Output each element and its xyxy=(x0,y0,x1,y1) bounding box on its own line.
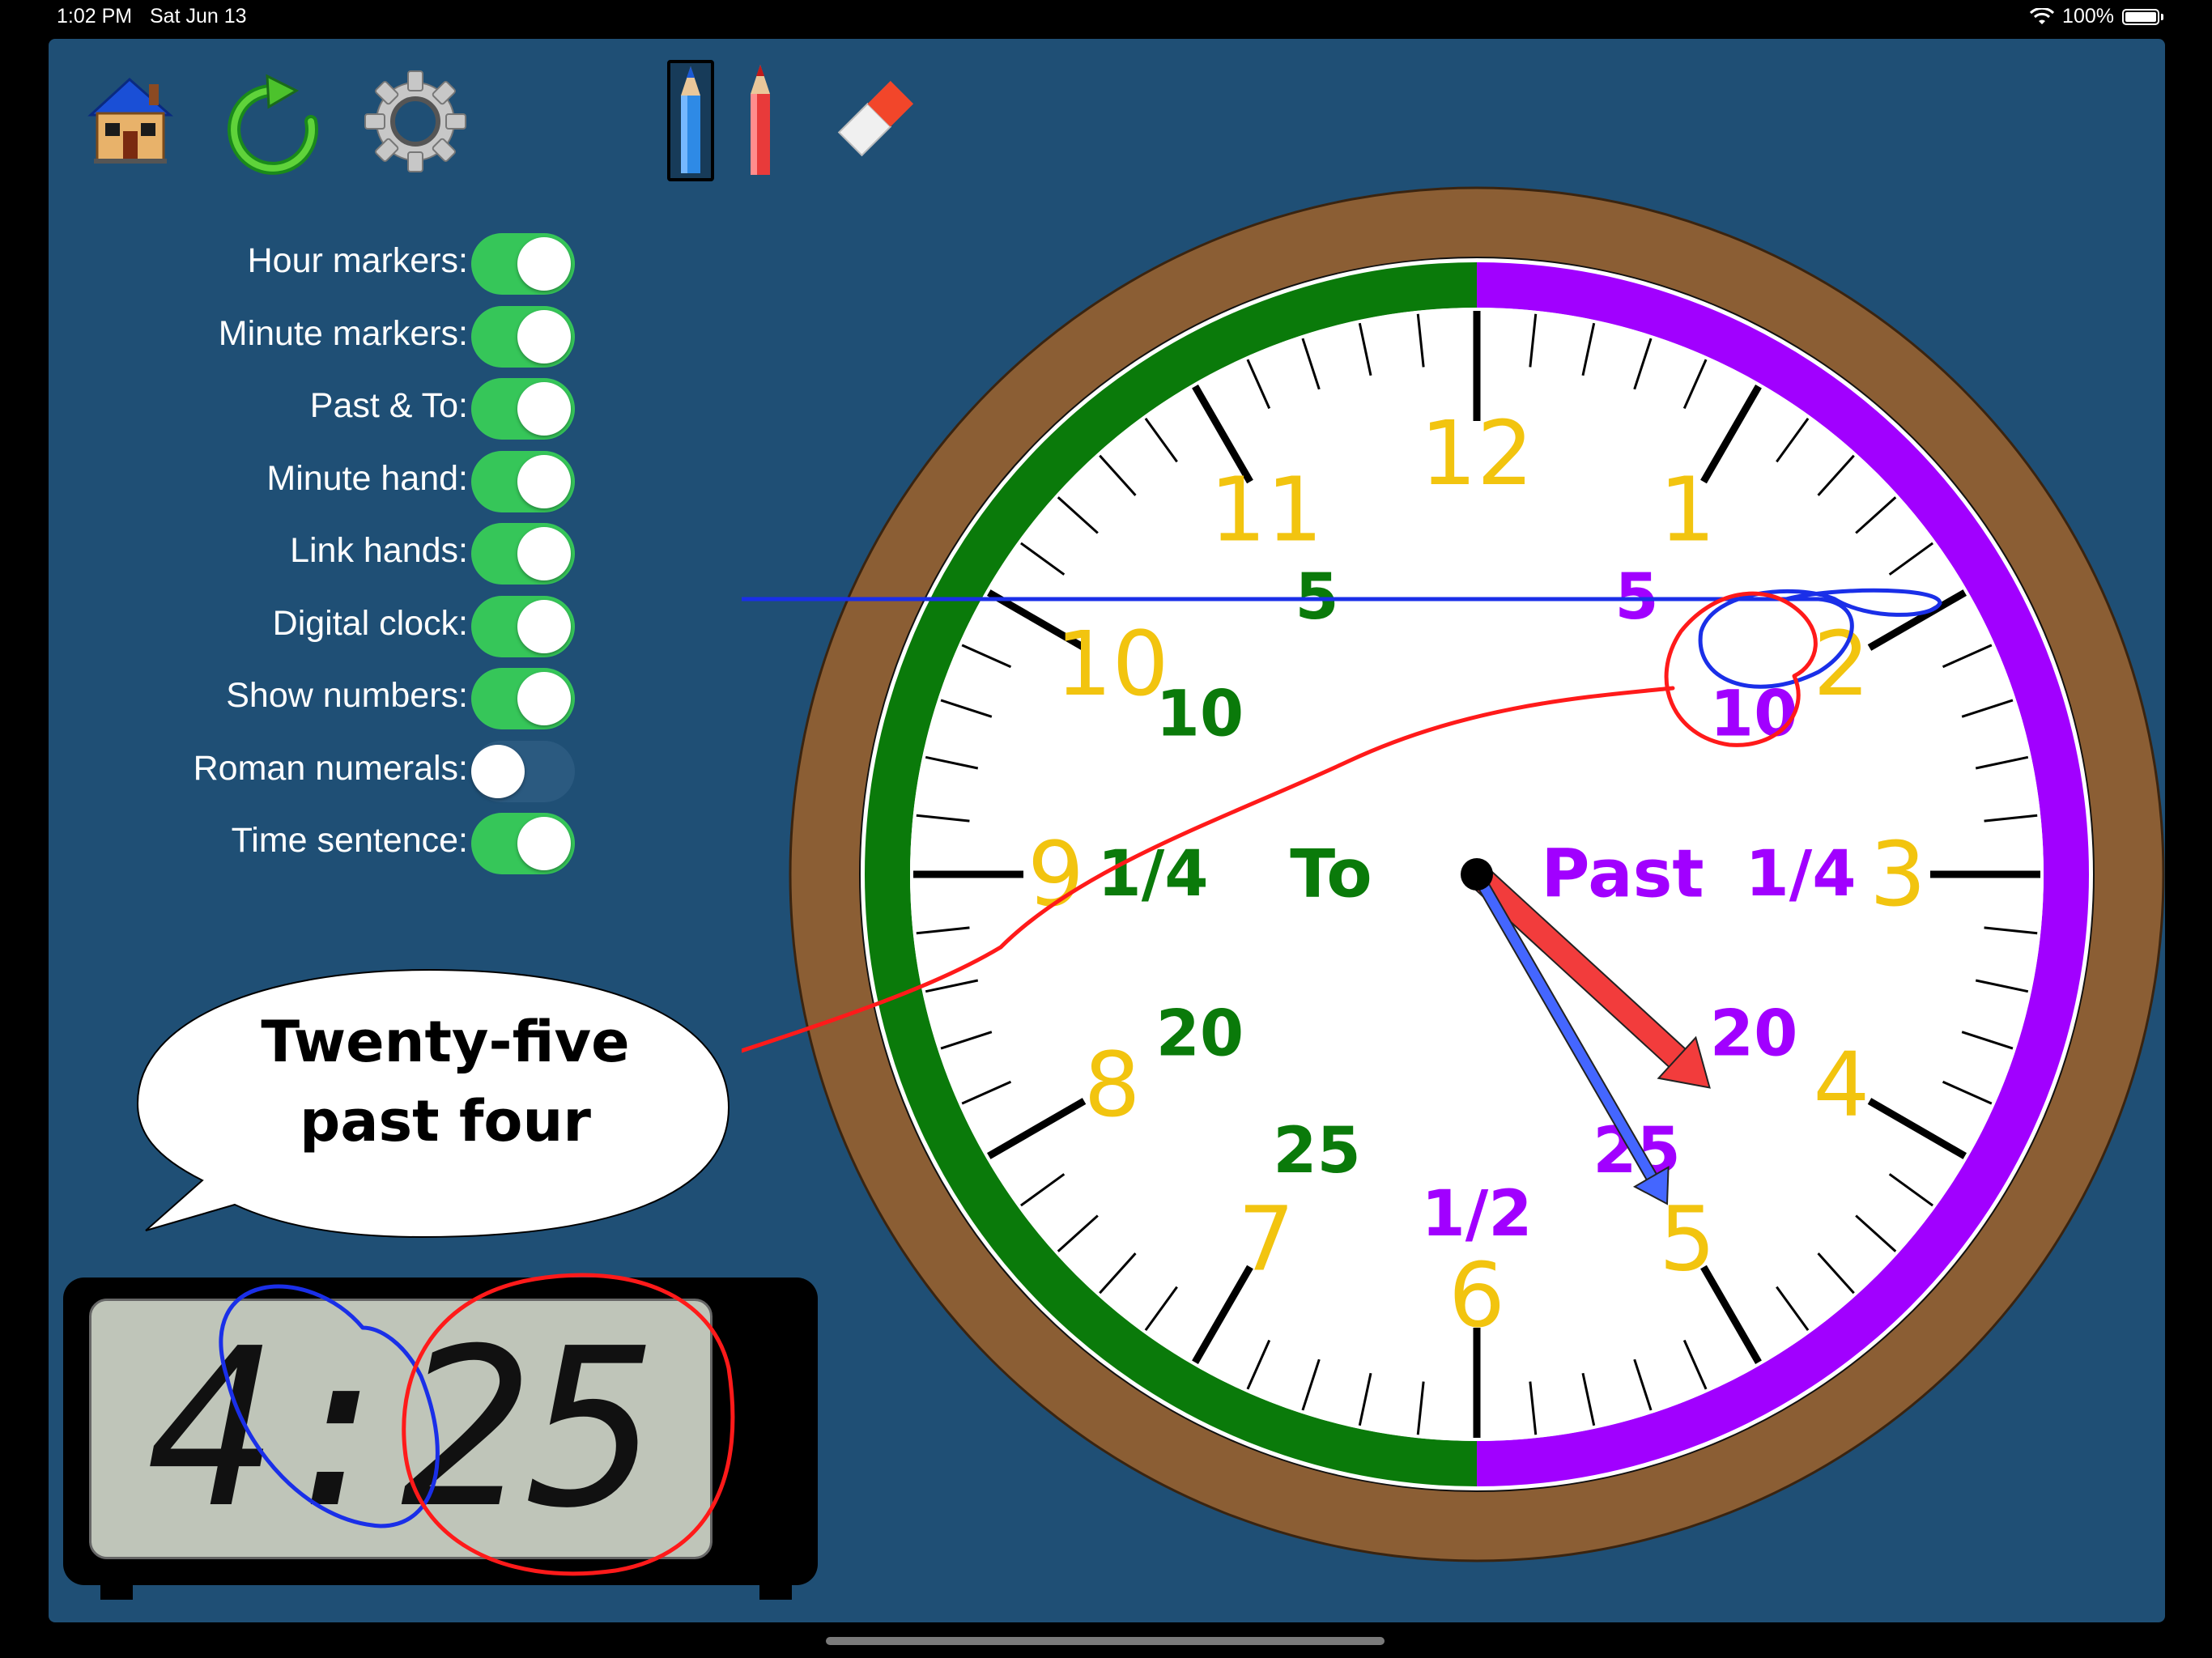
status-bar: 1:02 PM Sat Jun 13 100% xyxy=(0,0,2212,34)
setting-toggle[interactable] xyxy=(471,378,575,440)
hour-number: 10 xyxy=(1056,612,1169,716)
toggle-knob xyxy=(517,672,571,725)
toggle-knob xyxy=(471,744,525,798)
toggle-knob xyxy=(517,237,571,291)
battery-icon xyxy=(2122,8,2159,25)
toggle-knob xyxy=(517,599,571,653)
setting-row: Roman numerals: xyxy=(49,738,575,802)
status-time: 1:02 PM xyxy=(57,5,133,28)
setting-label: Link hands: xyxy=(290,531,468,570)
past-minute-label: 1/2 xyxy=(1421,1178,1532,1251)
setting-row: Link hands: xyxy=(49,520,575,585)
red-pencil-button[interactable] xyxy=(737,60,784,181)
past-minute-label: 10 xyxy=(1710,678,1798,751)
time-sentence-line2: past four xyxy=(300,1088,591,1154)
time-sentence: Twenty-five past four xyxy=(170,1002,721,1161)
setting-toggle[interactable] xyxy=(471,305,575,368)
setting-row: Minute hand: xyxy=(49,448,575,512)
hour-number: 1 xyxy=(1659,458,1716,562)
setting-row: Show numbers: xyxy=(49,665,575,729)
eraser-button[interactable] xyxy=(826,71,923,168)
hour-number: 4 xyxy=(1813,1033,1870,1137)
hour-number: 12 xyxy=(1420,402,1534,505)
setting-label: Hour markers: xyxy=(247,241,468,280)
home-button[interactable] xyxy=(74,65,188,178)
setting-toggle[interactable] xyxy=(471,233,575,295)
gear-icon xyxy=(364,70,466,172)
setting-row: Past & To: xyxy=(49,375,575,440)
toggle-knob xyxy=(517,454,571,508)
setting-row: Minute markers: xyxy=(49,303,575,368)
setting-label: Minute markers: xyxy=(218,313,468,353)
toggle-knob xyxy=(517,817,571,870)
status-date: Sat Jun 13 xyxy=(150,5,247,28)
settings-button[interactable] xyxy=(359,65,472,178)
home-indicator[interactable] xyxy=(826,1637,1385,1645)
hour-number: 9 xyxy=(1027,823,1084,926)
hour-number: 7 xyxy=(1238,1187,1295,1290)
digital-clock: 4:25 xyxy=(63,1278,818,1600)
to-minute-label: 20 xyxy=(1156,998,1244,1071)
wifi-icon xyxy=(2030,7,2055,24)
setting-row: Time sentence: xyxy=(49,810,575,874)
analog-clock[interactable]: 1212345678910115101/420251/25101/42025Pa… xyxy=(742,178,2167,1571)
setting-label: Time sentence: xyxy=(231,821,468,860)
app-panel: Hour markers: Minute markers: Past & To: Mi… xyxy=(49,39,2165,1622)
to-minute-label: 25 xyxy=(1273,1115,1361,1188)
refresh-icon xyxy=(228,74,319,175)
blue-pencil-icon xyxy=(681,66,700,173)
setting-toggle[interactable] xyxy=(471,813,575,874)
setting-row: Digital clock: xyxy=(49,593,575,657)
setting-toggle[interactable] xyxy=(471,523,575,585)
past-label: Past xyxy=(1541,836,1704,913)
to-minute-label: 10 xyxy=(1156,678,1244,751)
toggle-knob xyxy=(517,382,571,436)
blue-pencil-button[interactable] xyxy=(667,60,714,181)
past-minute-label: 1/4 xyxy=(1745,838,1856,911)
digital-clock-time: 4:25 xyxy=(147,1301,659,1556)
setting-toggle[interactable] xyxy=(471,450,575,512)
to-label: To xyxy=(1290,836,1372,913)
setting-toggle[interactable] xyxy=(471,740,575,802)
clock-center xyxy=(1461,858,1493,891)
setting-label: Minute hand: xyxy=(266,458,468,498)
hour-number: 2 xyxy=(1813,612,1870,716)
hour-number: 3 xyxy=(1870,823,1926,926)
setting-toggle[interactable] xyxy=(471,668,575,729)
setting-toggle[interactable] xyxy=(471,595,575,657)
red-pencil-icon xyxy=(751,65,770,175)
setting-label: Past & To: xyxy=(309,386,468,425)
setting-label: Roman numerals: xyxy=(193,748,468,788)
hour-number: 8 xyxy=(1084,1033,1141,1137)
hour-number: 11 xyxy=(1210,458,1323,562)
time-sentence-line1: Twenty-five xyxy=(261,1009,630,1075)
past-minute-label: 20 xyxy=(1710,998,1798,1071)
eraser-icon xyxy=(837,80,914,157)
setting-label: Show numbers: xyxy=(226,676,468,715)
toggle-knob xyxy=(517,309,571,363)
setting-label: Digital clock: xyxy=(272,603,468,643)
toggle-knob xyxy=(517,527,571,580)
battery-percentage: 100% xyxy=(2062,5,2114,28)
settings-list: Hour markers: Minute markers: Past & To: Mi… xyxy=(49,201,575,929)
house-icon xyxy=(87,77,173,164)
reset-button[interactable] xyxy=(219,71,332,185)
setting-row: Hour markers: xyxy=(49,230,575,295)
hour-number: 6 xyxy=(1448,1244,1505,1347)
